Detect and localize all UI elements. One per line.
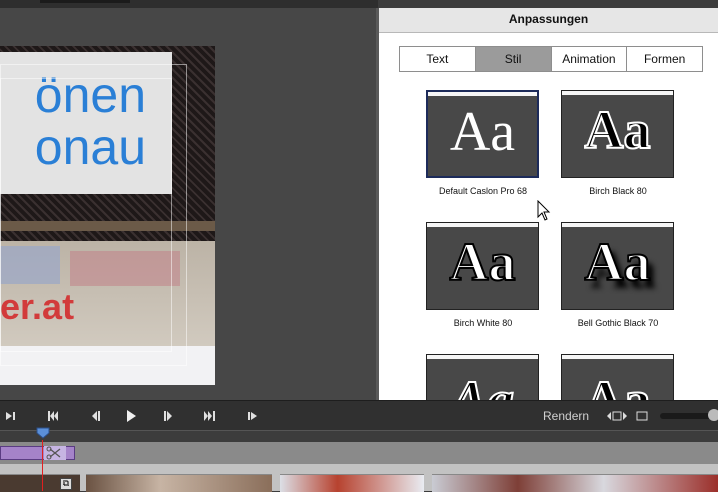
transport-bar: Rendern — [0, 400, 718, 431]
style-label: Bell Gothic Black 70 — [577, 318, 659, 328]
fit-timeline-icon[interactable] — [606, 410, 628, 422]
mark-in-icon — [6, 412, 15, 420]
monitor-tab[interactable] — [40, 0, 130, 3]
style-tile-default-caslon[interactable]: Aa — [426, 90, 539, 178]
tab-formen[interactable]: Formen — [627, 47, 702, 71]
tile-highlight — [562, 355, 673, 359]
play-icon — [127, 410, 136, 422]
style-label: Default Caslon Pro 68 — [438, 186, 528, 196]
style-label: Birch White 80 — [453, 318, 513, 328]
skip-back-icon — [48, 411, 58, 421]
style-tile-bell-gothic[interactable]: Aa — [561, 222, 674, 310]
style-sample: Aa — [584, 99, 652, 161]
tile-highlight — [427, 355, 538, 359]
zoom-out-icon[interactable] — [636, 410, 648, 422]
step-back-icon — [92, 411, 100, 421]
monitor-panel: er.at önen onau — [0, 8, 376, 400]
style-label: Birch Black 80 — [589, 186, 647, 196]
step-back-button[interactable] — [83, 405, 107, 427]
step-forward-icon — [164, 411, 172, 421]
clip-menu-icon[interactable]: ⧉ — [60, 478, 72, 490]
zoom-slider-knob[interactable] — [708, 409, 718, 421]
style-sample: Aa — [450, 369, 515, 400]
scissors-icon — [46, 446, 61, 460]
style-tile-partial[interactable]: Aa — [561, 354, 674, 400]
playhead-line — [42, 440, 43, 491]
tile-highlight — [427, 223, 538, 227]
clip-thumbnail[interactable] — [432, 474, 718, 492]
mark-out-icon — [248, 412, 257, 420]
step-forward-button[interactable] — [157, 405, 181, 427]
render-button[interactable]: Rendern — [543, 409, 589, 423]
panel-tabs: Text Stil Animation Formen — [399, 46, 703, 72]
tile-highlight — [562, 223, 673, 227]
timeline-track[interactable] — [0, 442, 718, 464]
tab-text[interactable]: Text — [400, 47, 476, 71]
style-sample: Aa — [449, 101, 516, 163]
style-tile-birch-white[interactable]: Aa — [426, 222, 539, 310]
video-preview[interactable]: er.at önen onau — [0, 46, 215, 385]
skip-forward-icon — [204, 411, 215, 421]
clip-thumbnail[interactable] — [86, 474, 272, 492]
tab-stil[interactable]: Stil — [475, 47, 552, 71]
mouse-cursor-icon — [537, 200, 551, 221]
style-sample: Aa — [449, 231, 517, 293]
style-tile-partial[interactable]: Aa — [426, 354, 539, 400]
playhead-handle-icon[interactable] — [36, 427, 50, 439]
go-to-start-button[interactable] — [42, 405, 66, 427]
style-tile-birch-black[interactable]: Aa — [561, 90, 674, 178]
mark-out-button[interactable] — [240, 405, 264, 427]
panel-title: Anpassungen — [379, 8, 718, 33]
style-sample: Aa — [584, 231, 652, 293]
tile-highlight — [428, 92, 537, 96]
clip-transition[interactable] — [44, 446, 66, 460]
tab-animation[interactable]: Animation — [551, 47, 628, 71]
go-to-end-button[interactable] — [198, 405, 222, 427]
title-safe-margin — [0, 78, 172, 352]
monitor-top-strip — [0, 0, 378, 8]
play-button[interactable] — [119, 405, 143, 427]
clip-thumbnail[interactable] — [280, 474, 424, 492]
tile-highlight — [562, 91, 673, 95]
style-sample: Aa — [584, 369, 652, 400]
mark-in-button[interactable] — [0, 405, 24, 427]
